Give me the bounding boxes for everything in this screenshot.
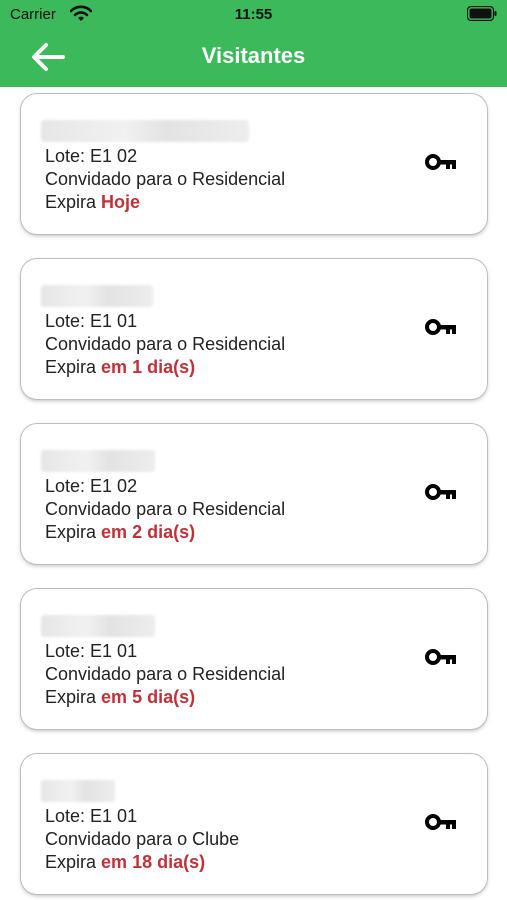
visitor-expiry: Expira em 5 dia(s) — [45, 687, 195, 708]
visitor-invite: Convidado para o Residencial — [45, 169, 286, 189]
visitor-card[interactable]: Lote: E1 02 Convidado para o Residencial… — [21, 94, 487, 234]
visitor-list: Lote: E1 02 Convidado para o Residencial… — [0, 87, 507, 900]
status-time: 11:55 — [234, 6, 273, 23]
key-icon[interactable] — [425, 318, 457, 336]
visitor-card[interactable]: Lote: E1 01 Convidado para o Residencial… — [21, 589, 487, 729]
visitor-lote: Lote: E1 02 — [45, 476, 138, 496]
visitor-card[interactable]: Lote: E1 02 Convidado para o Residencial… — [21, 424, 487, 564]
expiry-label: Expira — [45, 852, 97, 872]
visitor-name-redacted — [41, 120, 249, 142]
expiry-value: em 5 dia(s) — [101, 687, 196, 707]
visitor-expiry: Expira em 18 dia(s) — [45, 852, 205, 873]
visitor-lote: Lote: E1 01 — [45, 311, 138, 331]
status-bar: Carrier 11:55 — [0, 0, 507, 30]
visitor-expiry: Expira Hoje — [45, 192, 140, 213]
visitor-lote: Lote: E1 01 — [45, 641, 138, 661]
expiry-label: Expira — [45, 687, 97, 707]
expiry-label: Expira — [45, 522, 97, 542]
visitor-name-redacted — [41, 615, 155, 637]
visitor-card[interactable]: Lote: E1 01 Convidado para o Clube Expir… — [21, 754, 487, 894]
visitor-card[interactable]: Lote: E1 01 Convidado para o Residencial… — [21, 259, 487, 399]
app-header: Carrier 11:55 Visitantes — [0, 0, 507, 87]
expiry-label: Expira — [45, 192, 97, 212]
expiry-value: em 18 dia(s) — [101, 852, 206, 872]
visitor-invite: Convidado para o Residencial — [45, 664, 286, 684]
visitor-name-redacted — [41, 780, 115, 802]
expiry-label: Expira — [45, 357, 97, 377]
visitor-lote: Lote: E1 01 — [45, 806, 138, 826]
expiry-value: em 1 dia(s) — [101, 357, 196, 377]
visitor-expiry: Expira em 2 dia(s) — [45, 522, 195, 543]
key-icon[interactable] — [425, 153, 457, 171]
visitor-name-redacted — [41, 285, 153, 307]
expiry-value: em 2 dia(s) — [101, 522, 196, 542]
expiry-value: Hoje — [101, 192, 141, 212]
visitor-invite: Convidado para o Residencial — [45, 499, 286, 519]
visitor-invite: Convidado para o Residencial — [45, 334, 286, 354]
key-icon[interactable] — [425, 483, 457, 501]
visitor-invite: Convidado para o Clube — [45, 829, 240, 849]
visitor-expiry: Expira em 1 dia(s) — [45, 357, 195, 378]
visitor-name-redacted — [41, 450, 155, 472]
page-title: Visitantes — [201, 43, 306, 68]
battery-icon — [467, 6, 497, 21]
visitor-lote: Lote: E1 02 — [45, 146, 138, 166]
key-icon[interactable] — [425, 648, 457, 666]
key-icon[interactable] — [425, 813, 457, 831]
